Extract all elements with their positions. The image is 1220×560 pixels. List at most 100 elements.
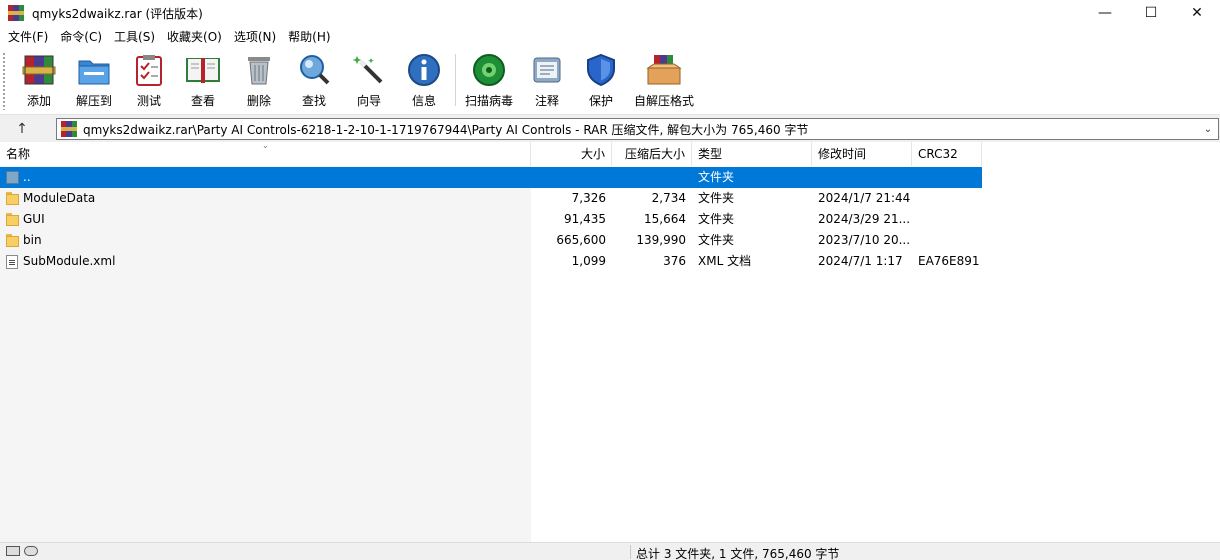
- address-field[interactable]: qmyks2dwaikz.rar\Party AI Controls-6218-…: [56, 118, 1219, 140]
- file-modified: 2023/7/10 20...: [818, 233, 911, 247]
- menu-commands[interactable]: 命令(C): [54, 26, 108, 48]
- file-packed-size: 2,734: [651, 191, 686, 205]
- add-archive-icon: [20, 51, 58, 89]
- file-type: XML 文档: [698, 254, 752, 268]
- clipboard-check-icon: [130, 51, 168, 89]
- info-icon: [405, 51, 443, 89]
- file-modified: [812, 167, 912, 188]
- file-list: 名称 ⌄ 大小 压缩后大小 类型 修改时间 CRC32 .. 文件夹 ModuleD…: [0, 142, 1220, 542]
- file-type: 文件夹: [698, 191, 735, 205]
- info-label: 信息: [411, 94, 436, 108]
- file-crc: EA76E891: [918, 254, 980, 268]
- folder-icon: [6, 234, 19, 247]
- sfx-label: 自解压格式: [633, 94, 694, 108]
- drive-icon: [6, 546, 20, 556]
- file-crc: [912, 167, 982, 188]
- menu-help[interactable]: 帮助(H): [282, 26, 336, 48]
- folder-icon: [6, 192, 19, 205]
- close-button[interactable]: ✕: [1174, 0, 1220, 26]
- column-header-name[interactable]: 名称 ⌄: [0, 142, 531, 166]
- window-title: qmyks2dwaikz.rar (评估版本): [32, 6, 203, 21]
- file-type: 文件夹: [698, 170, 735, 184]
- address-row: ↑ qmyks2dwaikz.rar\Party AI Controls-621…: [0, 114, 1220, 142]
- protect-button[interactable]: 保护: [581, 51, 621, 111]
- comment-button[interactable]: 注释: [527, 51, 567, 111]
- table-row[interactable]: ModuleData 7,326 2,734 文件夹 2024/1/7 21:44: [0, 188, 982, 209]
- delete-button[interactable]: 删除: [239, 51, 279, 111]
- add-label: 添加: [26, 94, 51, 108]
- file-size: 91,435: [564, 212, 606, 226]
- column-header-modified[interactable]: 修改时间: [812, 142, 912, 166]
- chevron-down-icon[interactable]: ⌄: [1201, 121, 1215, 137]
- wizard-button[interactable]: 向导: [349, 51, 389, 111]
- file-packed-size: 15,664: [644, 212, 686, 226]
- menu-options[interactable]: 选项(N): [228, 26, 282, 48]
- column-header-packed[interactable]: 压缩后大小: [612, 142, 692, 166]
- file-size: 1,099: [571, 254, 606, 268]
- file-name: SubModule.xml: [23, 254, 116, 268]
- status-summary: 总计 3 文件夹, 1 文件, 765,460 字节: [636, 547, 840, 560]
- magnifier-icon: [295, 51, 333, 89]
- toolbar-grip[interactable]: [2, 52, 7, 110]
- file-crc: [912, 230, 982, 251]
- file-crc: [912, 188, 982, 209]
- file-packed-size: 376: [663, 254, 686, 268]
- sfx-button[interactable]: 自解压格式: [633, 51, 695, 111]
- parent-folder-row[interactable]: .. 文件夹: [0, 167, 982, 188]
- test-button[interactable]: 测试: [129, 51, 169, 111]
- file-name-cell: GUI: [0, 209, 531, 230]
- view-button[interactable]: 查看: [181, 51, 225, 111]
- column-header-size[interactable]: 大小: [531, 142, 612, 166]
- trash-icon: [240, 51, 278, 89]
- file-type: 文件夹: [698, 233, 735, 247]
- up-one-level-button[interactable]: ↑: [10, 119, 34, 139]
- archive-icon: [61, 121, 77, 137]
- minimize-button[interactable]: —: [1082, 0, 1128, 26]
- virus-scan-icon: [470, 51, 508, 89]
- folder-icon: [6, 213, 19, 226]
- file-packed-size: 139,990: [636, 233, 686, 247]
- file-size: 7,326: [571, 191, 606, 205]
- shield-icon: [582, 51, 620, 89]
- toolbar: 添加 解压到 测试 查看 删除 查找 向导 信息 扫描病毒 注释 保护 自解压格…: [0, 48, 1220, 114]
- toolbar-separator: [455, 54, 456, 106]
- column-header-row: 名称 ⌄ 大小 压缩后大小 类型 修改时间 CRC32: [0, 142, 982, 166]
- extract-to-label: 解压到: [75, 94, 112, 108]
- wizard-label: 向导: [356, 94, 381, 108]
- magic-wand-icon: [350, 51, 388, 89]
- file-size: 665,600: [556, 233, 606, 247]
- menu-file[interactable]: 文件(F): [2, 26, 54, 48]
- menu-bar: 文件(F) 命令(C) 工具(S) 收藏夹(O) 选项(N) 帮助(H): [0, 26, 1220, 48]
- table-row[interactable]: SubModule.xml 1,099 376 XML 文档 2024/7/1 1:17…: [0, 251, 982, 272]
- file-name: bin: [23, 233, 42, 247]
- info-button[interactable]: 信息: [404, 51, 444, 111]
- table-row[interactable]: GUI 91,435 15,664 文件夹 2024/3/29 21...: [0, 209, 982, 230]
- menu-favorites[interactable]: 收藏夹(O): [161, 26, 228, 48]
- find-label: 查找: [301, 94, 326, 108]
- file-packed-size: [612, 167, 692, 188]
- address-path: qmyks2dwaikz.rar\Party AI Controls-6218-…: [83, 122, 809, 137]
- table-row[interactable]: bin 665,600 139,990 文件夹 2023/7/10 20...: [0, 230, 982, 251]
- parent-folder-icon: [6, 171, 19, 184]
- folder-extract-icon: [75, 51, 113, 89]
- extract-to-button[interactable]: 解压到: [73, 51, 115, 111]
- find-button[interactable]: 查找: [294, 51, 334, 111]
- sort-indicator-icon: ⌄: [262, 141, 269, 150]
- add-button[interactable]: 添加: [19, 51, 59, 111]
- column-header-type[interactable]: 类型: [692, 142, 812, 166]
- book-icon: [184, 51, 222, 89]
- status-bar: 总计 3 文件夹, 1 文件, 765,460 字节: [0, 542, 1220, 560]
- file-modified: 2024/1/7 21:44: [818, 191, 911, 205]
- file-name: ..: [23, 170, 31, 184]
- file-name: GUI: [23, 212, 45, 226]
- maximize-button[interactable]: ☐: [1128, 0, 1174, 26]
- protect-label: 保护: [588, 94, 613, 108]
- menu-tools[interactable]: 工具(S): [108, 26, 161, 48]
- virus-scan-button[interactable]: 扫描病毒: [463, 51, 515, 111]
- file-name-cell: ..: [0, 167, 531, 188]
- winrar-app-icon: [8, 5, 24, 21]
- column-header-crc[interactable]: CRC32: [912, 142, 982, 166]
- sfx-box-icon: [645, 51, 683, 89]
- comment-label: 注释: [534, 94, 559, 108]
- file-name-cell: SubModule.xml: [0, 251, 531, 272]
